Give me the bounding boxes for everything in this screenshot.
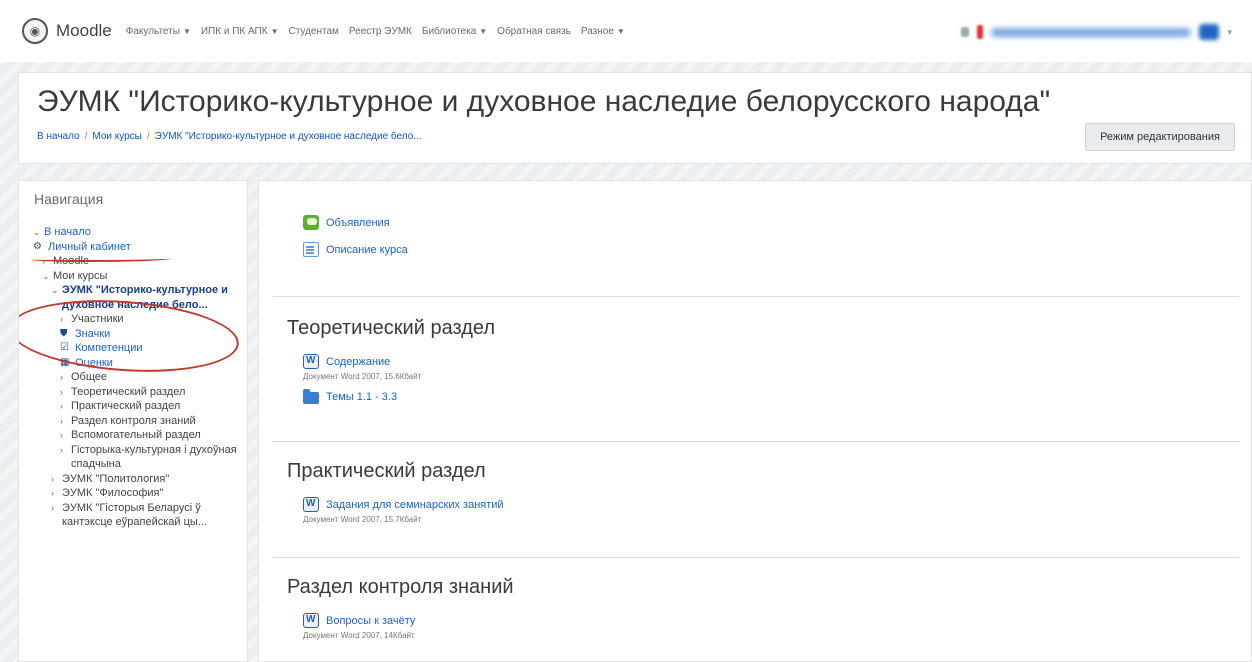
chevron-right-icon[interactable]: ›	[60, 370, 71, 385]
nav-tree-label[interactable]: В начало	[44, 225, 91, 240]
activity-seminar-tasks[interactable]: Задания для семинарских занятий	[303, 497, 1239, 512]
brand-name[interactable]: Moodle	[56, 21, 112, 41]
nav-tree-label[interactable]: Практический раздел	[71, 399, 180, 414]
section-title: Практический раздел	[287, 460, 486, 482]
activity-exam-questions[interactable]: Вопросы к зачёту	[303, 613, 1239, 628]
chevron-right-icon[interactable]: ›	[60, 385, 71, 400]
chevron-down-icon[interactable]: ⌄	[42, 269, 53, 284]
forum-icon	[303, 215, 319, 230]
nav-tree-item[interactable]: › Вспомогательный раздел	[33, 428, 245, 443]
nav-tree-item[interactable]: ⌄ В начало	[33, 225, 245, 240]
nav-tree-label[interactable]: Раздел контроля знаний	[71, 414, 196, 429]
section-theoretical: Теоретический раздел Содержание Документ…	[273, 296, 1239, 441]
chevron-right-icon[interactable]: ›	[60, 414, 71, 429]
nav-tree-item[interactable]: › Общее	[33, 370, 245, 385]
file-meta: Документ Word 2007, 15.7Кбайт	[303, 515, 422, 524]
nav-menu-misc[interactable]: Разное ▼	[581, 26, 625, 37]
nav-tree-label[interactable]: Гісторыка-культурная і духоўная спадчына	[71, 443, 245, 472]
chevron-right-icon[interactable]: ›	[51, 472, 62, 487]
breadcrumb-my-courses[interactable]: Мои курсы	[92, 131, 142, 142]
user-menu[interactable]: ▾	[961, 24, 1232, 40]
nav-tree-item[interactable]: › ЭУМК "Гісторыя Беларусі ў кантэксце еўр…	[33, 501, 245, 530]
dashboard-icon: ⚙	[33, 240, 42, 252]
avatar[interactable]	[1199, 24, 1220, 40]
nav-tree-item[interactable]: › Практический раздел	[33, 399, 245, 414]
notifications-icon[interactable]	[961, 27, 970, 37]
top-navbar: ◉ Moodle Факультеты ▼ ИПК и ПК АПК ▼ Студе…	[0, 0, 1252, 62]
user-name-blurred[interactable]	[991, 27, 1192, 37]
breadcrumb-home[interactable]: В начало	[37, 131, 80, 142]
caret-down-icon: ▼	[270, 26, 279, 36]
nav-tree-label[interactable]: Общее	[71, 370, 107, 385]
nav-tree-label[interactable]: ЭУМК "Политология"	[62, 472, 169, 487]
page-icon	[303, 242, 319, 257]
activity-contents[interactable]: Содержание	[303, 354, 1239, 369]
breadcrumb-course[interactable]: ЭУМК "Историко-культурное и духовное нас…	[155, 131, 422, 142]
file-meta: Документ Word 2007, 15.6Кбайт	[303, 372, 422, 381]
nav-menu-ipk[interactable]: ИПК и ПК АПК ▼	[201, 26, 279, 37]
nav-tree-item[interactable]: › Теоретический раздел	[33, 385, 245, 400]
edit-mode-button[interactable]: Режим редактирования	[1085, 123, 1235, 151]
nav-tree-item[interactable]: › Раздел контроля знаний	[33, 414, 245, 429]
caret-down-icon: ▼	[182, 26, 191, 36]
word-icon	[303, 497, 319, 512]
messages-icon[interactable]	[977, 25, 984, 39]
chevron-down-icon[interactable]: ⌄	[51, 283, 62, 298]
section-title: Раздел контроля знаний	[287, 576, 514, 598]
nav-tree-item[interactable]: › ЭУМК "Политология"	[33, 472, 245, 487]
activity-topics-folder[interactable]: Темы 1.1 - 3.3	[303, 389, 1239, 404]
chevron-right-icon[interactable]: ›	[60, 443, 71, 458]
activity-course-description[interactable]: Описание курса	[303, 242, 1239, 257]
activity-link[interactable]: Объявления	[326, 217, 390, 229]
general-section: Объявления Описание курса	[273, 215, 1239, 257]
chevron-right-icon[interactable]: ›	[60, 428, 71, 443]
breadcrumb-separator: /	[146, 131, 150, 142]
chevron-right-icon[interactable]: ›	[51, 486, 62, 501]
nav-menu-library[interactable]: Библиотека ▼	[422, 26, 487, 37]
section-practical: Практический раздел Задания для семинарс…	[273, 441, 1239, 557]
nav-tree-item[interactable]: ⚙ Личный кабинет	[33, 240, 245, 255]
word-icon	[303, 354, 319, 369]
page-header: ЭУМК "Историко-культурное и духовное нас…	[18, 72, 1252, 164]
nav-tree-label[interactable]: Личный кабинет	[48, 240, 131, 255]
page-title: ЭУМК "Историко-культурное и духовное нас…	[37, 85, 1051, 118]
folder-icon	[303, 389, 319, 404]
section-title: Теоретический раздел	[287, 317, 495, 339]
nav-tree-label[interactable]: Вспомогательный раздел	[71, 428, 201, 443]
navigation-block: Навигация ⌄ В начало ⚙ Личный кабинет › Moodl…	[18, 180, 248, 662]
course-content: Объявления Описание курса Теоретический …	[258, 180, 1252, 662]
nav-tree-label[interactable]: Теоретический раздел	[71, 385, 185, 400]
nav-menu-faculties[interactable]: Факультеты ▼	[126, 26, 191, 37]
nav-tree-label[interactable]: ЭУМК "Гісторыя Беларусі ў кантэксце еўра…	[62, 501, 245, 530]
activity-announcements[interactable]: Объявления	[303, 215, 1239, 230]
activity-link[interactable]: Описание курса	[326, 244, 408, 256]
chevron-down-icon[interactable]: ▾	[1227, 27, 1232, 38]
nav-tree-item[interactable]: › ЭУМК "Философия"	[33, 486, 245, 501]
chevron-right-icon[interactable]: ›	[51, 501, 62, 516]
section-knowledge-control: Раздел контроля знаний Вопросы к зачёту …	[273, 557, 1239, 661]
chevron-right-icon[interactable]: ›	[60, 399, 71, 414]
nav-tree-item[interactable]: › Гісторыка-культурная і духоўная спадчын…	[33, 443, 245, 472]
word-icon	[303, 613, 319, 628]
activity-link[interactable]: Вопросы к зачёту	[326, 615, 415, 627]
nav-tree-label[interactable]: Мои курсы	[53, 269, 107, 284]
activity-link[interactable]: Задания для семинарских занятий	[326, 499, 504, 511]
nav-menu-registry[interactable]: Реестр ЭУМК	[349, 26, 412, 37]
breadcrumb-separator: /	[84, 131, 88, 142]
breadcrumb: В начало / Мои курсы / ЭУМК "Историко-культу…	[37, 131, 422, 142]
file-meta: Документ Word 2007, 14Кбайт	[303, 631, 415, 640]
moodle-logo-icon[interactable]: ◉	[22, 18, 48, 44]
activity-link[interactable]: Темы 1.1 - 3.3	[326, 391, 397, 403]
nav-menu-students[interactable]: Студентам	[289, 26, 339, 37]
navigation-tree: ⌄ В начало ⚙ Личный кабинет › Moodle ⌄ Мои курс…	[33, 225, 245, 530]
nav-tree-item[interactable]: ⌄ Мои курсы	[33, 269, 245, 284]
nav-tree-label[interactable]: ЭУМК "Философия"	[62, 486, 163, 501]
chevron-down-icon[interactable]: ⌄	[33, 225, 44, 240]
caret-down-icon: ▼	[479, 26, 488, 36]
activity-link[interactable]: Содержание	[326, 356, 390, 368]
caret-down-icon: ▼	[616, 26, 625, 36]
navigation-heading: Навигация	[34, 191, 104, 207]
nav-menu-feedback[interactable]: Обратная связь	[497, 26, 571, 37]
